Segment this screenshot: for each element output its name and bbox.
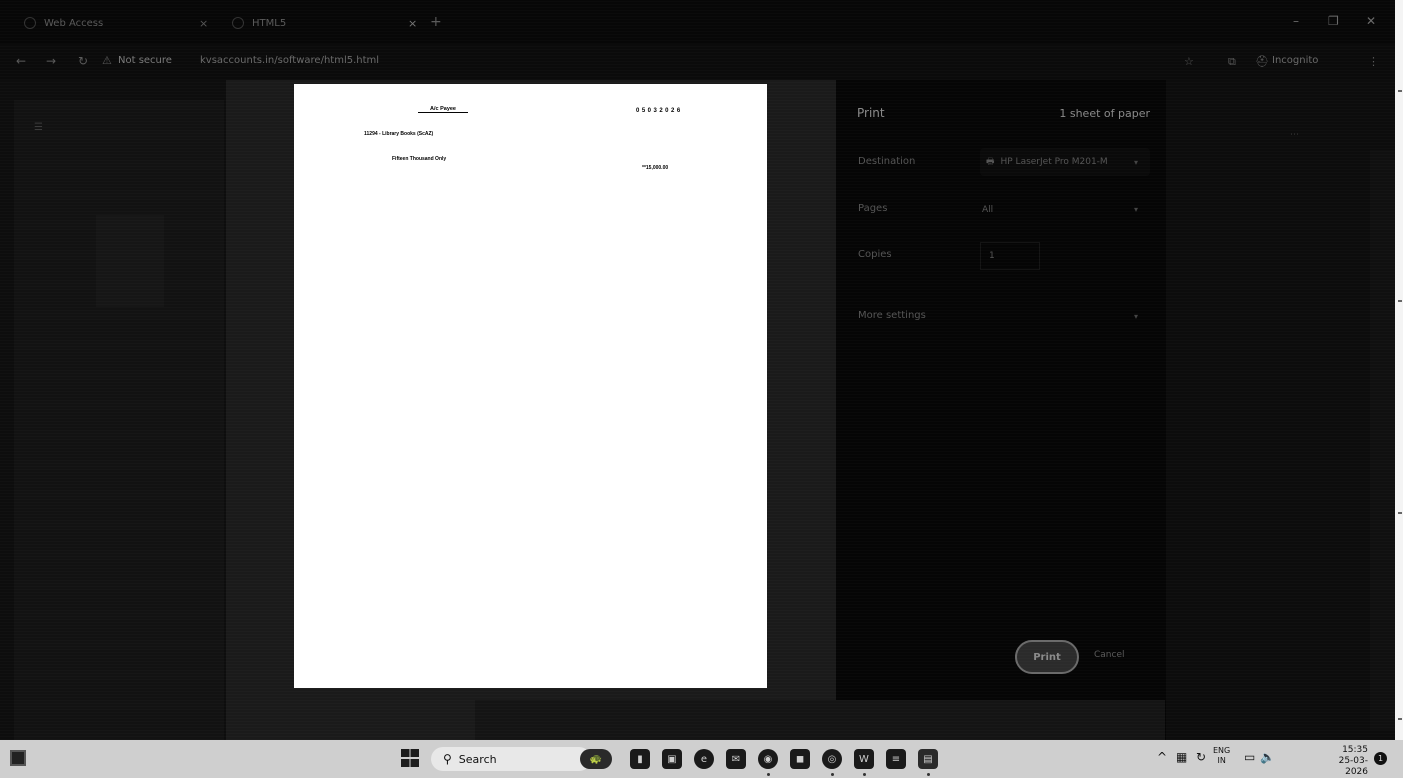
sheet-count: 1 sheet of paper xyxy=(1059,107,1150,120)
page-sidebar xyxy=(14,100,224,740)
notification-badge[interactable]: 1 xyxy=(1374,752,1387,765)
edge-icon[interactable]: e xyxy=(694,749,714,769)
minimize-button[interactable]: – xyxy=(1293,14,1299,28)
incognito-icon: ⛑ xyxy=(1255,55,1269,68)
region-code: IN xyxy=(1217,756,1226,765)
tray-app-icon[interactable]: ▦ xyxy=(1176,750,1187,764)
app-icon[interactable]: ▤ xyxy=(918,749,938,769)
preview-page: A/c Payee 05032026 11294 - Library Books… xyxy=(294,84,767,688)
account-head: 11294 - Library Books (ScAZ) xyxy=(364,131,434,137)
language-indicator[interactable]: ENG IN xyxy=(1213,746,1230,766)
cancel-button[interactable]: Cancel xyxy=(1094,650,1125,660)
page-bottom-strip xyxy=(475,700,1165,740)
star-icon[interactable]: ☆ xyxy=(1184,55,1194,68)
close-window-button[interactable]: ✕ xyxy=(1366,14,1376,28)
chrome-icon[interactable]: ◉ xyxy=(758,749,778,769)
url-field[interactable]: kvsaccounts.in/software/html5.html xyxy=(200,55,379,66)
page-right-area xyxy=(1166,80,1395,740)
cheque-date: 05032026 xyxy=(636,108,683,114)
date-text: 25-03-2026 xyxy=(1338,756,1368,777)
new-tab-button[interactable]: + xyxy=(430,14,442,30)
running-indicator xyxy=(831,773,834,776)
chevron-up-icon[interactable]: ^ xyxy=(1157,750,1167,764)
tab-label: HTML5 xyxy=(252,17,287,29)
destination-value: HP LaserJet Pro M201-M xyxy=(1000,157,1108,167)
widgets-icon[interactable] xyxy=(10,750,26,766)
mail-icon[interactable]: ✉ xyxy=(726,749,746,769)
more-settings-toggle[interactable]: More settings xyxy=(858,310,926,321)
search-placeholder: Search xyxy=(458,752,497,766)
chevron-down-icon: ▾ xyxy=(1134,158,1139,167)
search-icon: ⚲ xyxy=(443,752,452,766)
restore-button[interactable]: ❐ xyxy=(1328,14,1339,28)
time-text: 15:35 xyxy=(1342,745,1368,755)
browser-window: Web Access × HTML5 × + – ❐ ✕ ← → ↻ ⚠ Not… xyxy=(0,0,1395,740)
back-icon[interactable]: ← xyxy=(16,54,26,68)
start-button[interactable] xyxy=(401,749,419,767)
amount-figures: **15,000.00 xyxy=(642,165,669,171)
sync-icon[interactable]: ↻ xyxy=(1196,750,1206,764)
taskbar: ⚲ Search 🐢 ▮ ▣ e ✉ ◉ ◼ ◎ W ≡ ▤ ^ ▦ ↻ ENG… xyxy=(0,740,1403,778)
print-settings-panel xyxy=(836,80,1166,740)
chevron-down-icon: ▾ xyxy=(1134,312,1139,321)
turtle-widget-icon[interactable]: 🐢 xyxy=(580,749,612,769)
print-title: Print xyxy=(857,106,885,120)
menu-dots-icon[interactable]: ⋮ xyxy=(1368,55,1379,68)
page-block xyxy=(96,215,164,307)
paper-edge-mark xyxy=(1398,512,1402,514)
browser-icon[interactable]: ◎ xyxy=(822,749,842,769)
language-code: ENG xyxy=(1213,746,1231,755)
paper-edge-mark xyxy=(1398,90,1402,92)
page-right-column xyxy=(1370,150,1395,730)
notepad-icon[interactable]: ≡ xyxy=(886,749,906,769)
amount-in-words: Fifteen Thousand Only xyxy=(392,156,447,162)
tab-label: Web Access xyxy=(44,17,104,29)
print-button[interactable]: Print xyxy=(1015,640,1079,674)
clock[interactable]: 15:35 25-03-2026 xyxy=(1326,745,1368,778)
active-indicator xyxy=(767,773,770,776)
pages-label: Pages xyxy=(858,203,888,214)
payee-line: A/c Payee xyxy=(418,106,468,113)
tab-strip: Web Access × HTML5 × + – ❐ ✕ xyxy=(0,0,1395,44)
extensions-icon[interactable]: ⧉ xyxy=(1228,55,1236,69)
forward-icon[interactable]: → xyxy=(46,54,56,68)
reload-icon[interactable]: ↻ xyxy=(78,54,88,68)
security-indicator[interactable]: Not secure xyxy=(118,55,172,66)
page-icon xyxy=(232,17,244,29)
globe-icon xyxy=(24,17,36,29)
file-explorer-icon[interactable]: ▮ xyxy=(630,749,650,769)
address-bar-row: ← → ↻ ⚠ Not secure kvsaccounts.in/softwa… xyxy=(0,44,1395,80)
pages-select[interactable]: All xyxy=(980,196,1150,224)
hamburger-icon: ☰ xyxy=(34,122,43,133)
word-icon[interactable]: W xyxy=(854,749,874,769)
network-icon[interactable]: ▭ xyxy=(1244,750,1255,764)
running-indicator xyxy=(927,773,930,776)
copies-input[interactable]: 1 xyxy=(980,242,1040,270)
incognito-label[interactable]: Incognito xyxy=(1272,55,1318,66)
teams-icon[interactable]: ▣ xyxy=(662,749,682,769)
destination-select[interactable]: 🖶 HP LaserJet Pro M201-M xyxy=(980,148,1150,176)
tab-web-access[interactable]: Web Access × xyxy=(24,10,214,36)
warning-icon: ⚠ xyxy=(102,54,112,67)
running-indicator xyxy=(863,773,866,776)
close-tab-icon[interactable]: × xyxy=(408,17,417,30)
paper-edge-mark xyxy=(1398,300,1402,302)
copies-label: Copies xyxy=(858,249,892,260)
taskbar-search[interactable]: ⚲ Search xyxy=(431,747,591,771)
printer-icon: 🖶 xyxy=(986,157,995,167)
tab-html5[interactable]: HTML5 × xyxy=(232,10,432,36)
volume-icon[interactable]: 🔈 xyxy=(1260,750,1275,764)
store-icon[interactable]: ◼ xyxy=(790,749,810,769)
destination-label: Destination xyxy=(858,156,916,167)
paper-edge-mark xyxy=(1398,718,1402,720)
more-icon: ⋯ xyxy=(1290,130,1299,140)
chevron-down-icon: ▾ xyxy=(1134,205,1139,214)
close-tab-icon[interactable]: × xyxy=(199,17,208,30)
